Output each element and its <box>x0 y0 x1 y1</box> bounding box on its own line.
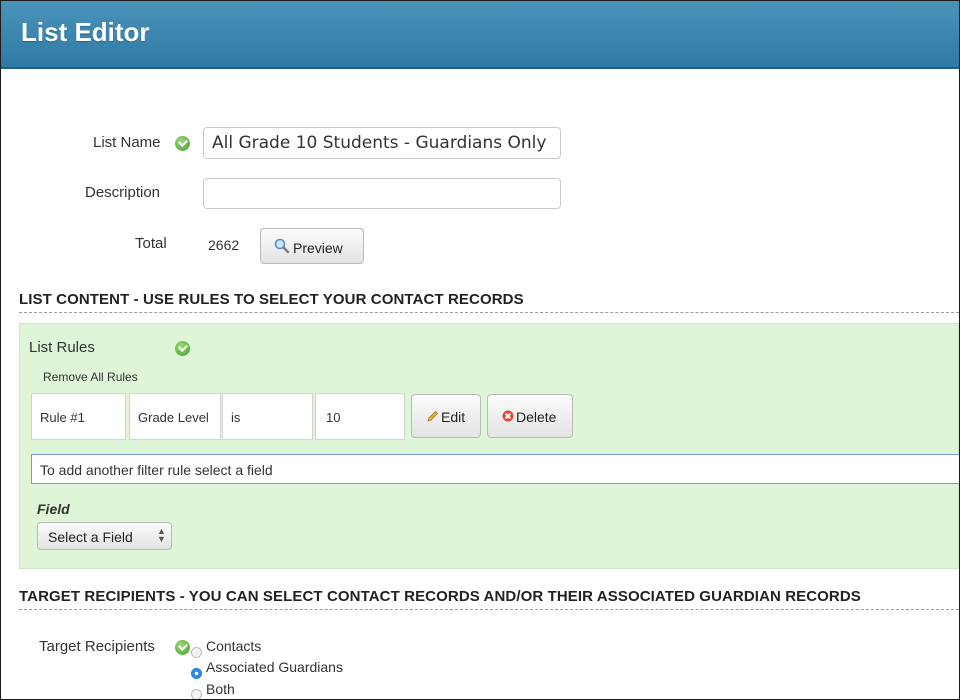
rule-field: Grade Level <box>129 393 221 440</box>
rule-number: Rule #1 <box>31 393 126 440</box>
field-select-value: Select a Field <box>48 529 133 545</box>
radio-contacts[interactable] <box>191 647 202 658</box>
description-label: Description <box>85 184 161 201</box>
title-bar: List Editor <box>1 1 959 69</box>
edit-label: Edit <box>441 409 466 425</box>
list-editor-window: List Editor List Name Description Total … <box>0 0 960 700</box>
magnifier-icon <box>274 238 290 254</box>
check-circle-icon <box>175 136 190 151</box>
delete-rule-button[interactable]: Delete <box>487 394 573 438</box>
check-circle-icon <box>175 341 190 356</box>
list-rules-title: List Rules <box>29 339 95 356</box>
remove-all-rules-link[interactable]: Remove All Rules <box>43 370 138 384</box>
radio-associated-guardians-label: Associated Guardians <box>206 659 343 675</box>
radio-associated-guardians[interactable] <box>191 668 202 679</box>
list-name-input[interactable] <box>203 127 561 159</box>
radio-both-label: Both <box>206 681 235 697</box>
field-label: Field <box>37 501 70 517</box>
total-label: Total <box>135 235 167 252</box>
list-name-label: List Name <box>93 134 161 151</box>
check-circle-icon <box>175 640 190 655</box>
up-down-arrows-icon: ▲ ▼ <box>157 526 166 544</box>
total-value: 2662 <box>208 237 240 253</box>
preview-label: Preview <box>293 240 343 256</box>
add-rule-prompt[interactable]: To add another filter rule select a fiel… <box>31 454 959 484</box>
list-content-heading: LIST CONTENT - USE RULES TO SELECT YOUR … <box>19 291 524 308</box>
preview-button[interactable]: Preview <box>260 228 364 264</box>
pencil-icon <box>427 409 439 425</box>
rule-value: 10 <box>315 393 405 440</box>
divider <box>19 312 959 313</box>
field-select[interactable]: Select a Field ▲ ▼ <box>37 522 172 550</box>
target-recipients-label: Target Recipients <box>39 638 155 655</box>
delete-label: Delete <box>516 409 557 425</box>
description-input[interactable] <box>203 178 561 209</box>
radio-both[interactable] <box>191 689 202 699</box>
window-title: List Editor <box>21 17 150 47</box>
x-icon <box>502 409 514 425</box>
divider <box>19 609 959 610</box>
radio-contacts-label: Contacts <box>206 638 262 654</box>
edit-rule-button[interactable]: Edit <box>411 394 481 438</box>
rule-operator: is <box>222 393 313 440</box>
target-recipients-heading: TARGET RECIPIENTS - YOU CAN SELECT CONTA… <box>19 588 861 605</box>
